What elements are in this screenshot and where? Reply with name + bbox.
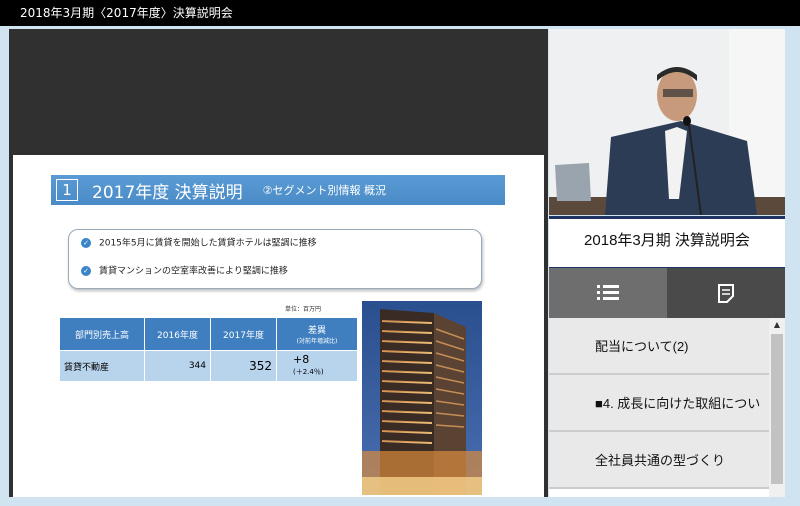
table-header: 部門別売上高 [59,317,145,351]
agenda-item-label: 配当について(2) [595,339,689,354]
agenda-item-label: ■4. 成長に向けた取組につい [595,396,761,411]
tab-agenda[interactable] [549,268,667,318]
agenda-item-dividend[interactable]: 配当について(2) [549,318,769,375]
table-header-diff: 差異 (対前年増減比) [276,317,358,351]
slide: 1 2017年度 決算説明 ②セグメント別情報 概況 ✓ 2015年5月に賃貸を開… [13,155,544,497]
tab-notes[interactable] [667,268,785,318]
diff-cell: +8 (＋2.4％) [276,350,358,382]
window-edge [785,29,800,497]
slide-title: 2017年度 決算説明 [92,182,243,203]
agenda-item-common-model[interactable]: 全社員共通の型づくり [549,432,769,489]
slide-subtitle: ②セグメント別情報 概況 [262,184,387,197]
hotel-building-image [362,301,482,495]
table-header: 2016年度 [144,317,211,351]
slide-header: 1 2017年度 決算説明 ②セグメント別情報 概況 [51,175,505,205]
check-icon: ✓ [81,238,91,248]
bullet-text: 2015年5月に賃貸を開始した賃貸ホテルは堅調に推移 [99,238,317,249]
sidebar-tabs [549,268,785,318]
window-title: 2018年3月期〈2017年度〉決算説明会 [20,6,233,20]
scroll-up-icon[interactable]: ▲ [769,318,785,332]
bullet-text: 賃貸マンションの空室率改善により堅調に推移 [99,266,288,277]
unit-label: 単位：百万円 [285,306,322,313]
value-2016: 344 [144,350,211,382]
diff-value: +8 [293,353,310,366]
event-banner: 2018年3月期 決算説明会 [549,216,785,270]
diff-subheader: (対前年増減比) [296,338,338,345]
presenter-video [549,29,785,215]
agenda-list: 配当について(2) ■4. 成長に向けた取組につい 全社員共通の型づくり [549,318,769,497]
diff-percent: (＋2.4％) [293,368,324,376]
value-2017: 352 [210,350,277,382]
bullet-item: ✓ 2015年5月に賃貸を開始した賃貸ホテルは堅調に推移 [81,238,361,250]
segment-table: 部門別売上高 2016年度 2017年度 差異 (対前年増減比) 賃貸不動産 34… [59,317,358,382]
bullet-item: ✓ 賃貸マンションの空室率改善により堅調に推移 [81,266,361,278]
agenda-scrollbar[interactable]: ▲ [769,318,785,497]
agenda-item-label: 全社員共通の型づくり [595,453,726,468]
list-icon [597,285,619,300]
scroll-thumb[interactable] [771,334,783,484]
presenter-image [549,29,785,215]
diff-header: 差異 [307,326,326,336]
check-icon: ✓ [81,266,91,276]
notes-icon [718,284,734,303]
window-titlebar: 2018年3月期〈2017年度〉決算説明会 [0,0,800,26]
table-row: 賃貸不動産 344 352 +8 (＋2.4％) [59,350,358,382]
slide-number: 1 [56,179,78,201]
agenda-item-growth[interactable]: ■4. 成長に向けた取組につい [549,375,769,432]
row-label: 賃貸不動産 [59,350,145,382]
table-header: 2017年度 [210,317,277,351]
bullet-box: ✓ 2015年5月に賃貸を開始した賃貸ホテルは堅調に推移 ✓ 賃貸マンションの空室率… [68,229,482,289]
